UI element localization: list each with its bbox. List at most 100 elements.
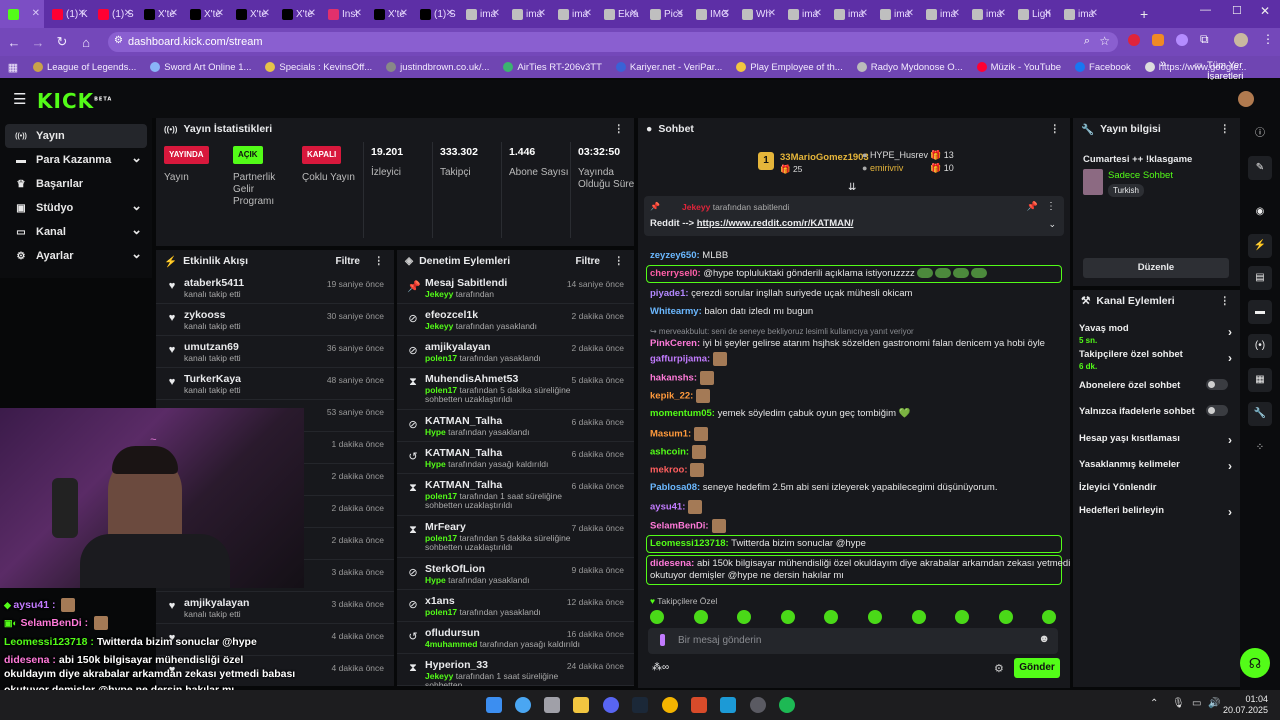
close-window-button[interactable]: ✕ [1260,4,1270,18]
close-tab-icon[interactable]: ✕ [1044,8,1052,19]
channel-action[interactable]: Hedefleri belirleyin › [1079,505,1234,519]
emote-icon[interactable] [911,610,926,624]
chat-username[interactable]: aysu41: [650,502,685,513]
moderation-row[interactable]: ↺ KATMAN_Talha Hype tarafından yasağı kald… [397,442,634,474]
maximize-button[interactable]: ☐ [1232,4,1242,17]
copilot-icon[interactable] [515,697,531,713]
browser-tab[interactable]: X'te ✕ [228,0,274,28]
chat-message[interactable]: Whitearmy: balon datı izledı mı bugun [650,306,813,318]
sidebar-item[interactable]: ⚙ Ayarlar ⌄ [0,244,152,268]
toggle-switch[interactable] [1206,405,1228,416]
chat-username[interactable]: mekroo: [650,465,687,476]
chevron-right-icon[interactable]: › [1228,459,1232,473]
chevron-down-icon[interactable]: ⌄ [1048,219,1056,230]
sidebar-item[interactable]: ▣ Stüdyo ⌄ [0,196,152,220]
browser-tab[interactable]: ima ✕ [964,0,1010,28]
chat-message[interactable]: ashcoin: [650,445,707,459]
emoji-icon[interactable]: ☻ [1038,633,1050,645]
chat-settings-icon[interactable]: ⚙ [994,662,1004,675]
chat-input[interactable]: Bir mesaj gönderin ☻ [648,628,1058,654]
store-icon[interactable] [544,697,560,713]
top-gifter-name[interactable]: 33MarioGomez1903 [780,152,869,163]
sidebar-item[interactable]: ▭ Kanal ⌄ [0,220,152,244]
chat-username[interactable]: hakanshs: [650,373,697,384]
browser-tab[interactable]: X'te ✕ [182,0,228,28]
browser-tab[interactable]: ima ✕ [1056,0,1102,28]
emote-icon[interactable] [998,610,1013,624]
bookmark-item[interactable]: AirTies RT-206v3TT [496,62,608,73]
new-tab-button[interactable]: + [1140,6,1148,22]
bookmark-item[interactable]: Sword Art Online 1... [143,62,258,73]
activity-row[interactable]: ♥ umutzan69 kanalı takip etti 36 saniye önc… [156,336,394,368]
kick-logo[interactable]: KICKBETA [37,89,112,113]
network-icon[interactable]: ▭ [1192,698,1201,709]
moderation-row[interactable]: ⧗ MuhendisAhmet53 polen17 tarafından 5 dak… [397,368,634,410]
apps-grid-icon[interactable]: ▦ [0,61,26,74]
mic-icon[interactable] [660,634,665,646]
browser-tab[interactable]: ima ✕ [504,0,550,28]
site-info-icon[interactable]: ⚙ [114,35,123,46]
chevron-right-icon[interactable]: › [1228,325,1232,339]
chat-menu-icon[interactable]: ⋮ [1050,123,1061,135]
close-tab-icon[interactable]: ✕ [308,8,316,19]
chat-username[interactable]: kepik_22: [650,391,693,402]
toggle-switch[interactable] [1206,379,1228,390]
chat-username[interactable]: Pablosa08: [650,482,700,493]
sidebar-item[interactable]: ((•)) Yayın [5,124,147,148]
close-tab-icon[interactable]: ✕ [768,8,776,19]
activity-user[interactable]: zykooss [184,309,225,321]
browser-tab[interactable]: (1) K ✕ [44,0,90,28]
close-tab-icon[interactable]: ✕ [538,8,546,19]
moderation-row[interactable]: 📌 Mesaj Sabitlendi Jekeyy tarafından 14 san… [397,272,634,304]
close-tab-icon[interactable]: ✕ [216,8,224,19]
moderation-row[interactable]: ⊘ efeozcel1k Jekeyy tarafından yasaklandı 2… [397,304,634,336]
close-tab-icon[interactable]: ✕ [78,8,86,19]
start-icon[interactable] [486,697,502,713]
stats-menu-icon[interactable]: ⋮ [614,123,625,135]
moderation-target[interactable]: ofludursun [425,627,480,639]
document-icon[interactable]: ▤ [1248,266,1272,290]
home-icon[interactable]: ⌂ [74,35,98,50]
browser-tab[interactable]: ima ✕ [872,0,918,28]
close-tab-icon[interactable]: ✕ [32,8,40,19]
chevron-down-icon[interactable]: ⌄ [131,222,142,238]
emote-icon[interactable] [693,610,708,624]
chat-message[interactable]: gaffurpijama: [650,352,728,366]
browser-tab[interactable]: Inst ✕ [320,0,366,28]
chevron-down-icon[interactable]: ⌄ [131,198,142,214]
close-tab-icon[interactable]: ✕ [952,8,960,19]
browser-tab[interactable]: (1) S ✕ [412,0,458,28]
close-tab-icon[interactable]: ✕ [998,8,1006,19]
user-avatar[interactable] [1238,91,1254,107]
chat-icon[interactable]: ▬ [1248,300,1272,324]
chat-message[interactable]: Leomessi123718: Twitterda bizim sonuclar… [650,538,866,550]
moderation-filter-button[interactable]: Filtre [576,256,600,267]
activity-filter-button[interactable]: Filtre [336,256,360,267]
close-tab-icon[interactable]: ✕ [170,8,178,19]
chat-username[interactable]: cherrysel0: [650,268,701,279]
sidebar-item[interactable]: ▬ Para Kazanma ⌄ [0,148,152,172]
chevron-right-icon[interactable]: › [1228,505,1232,519]
browser-tab[interactable]: Wh ✕ [734,0,780,28]
moderator-name[interactable]: polen17 [425,607,457,617]
chat-username[interactable]: momentum05: [650,408,715,419]
channel-action[interactable]: Yasaklanmış kelimeler › [1079,459,1234,473]
chat-username[interactable]: SelamBenDi: [650,521,709,532]
sidebar-item[interactable]: ♛ Başarılar [0,172,152,196]
chat-message[interactable]: ↪ merveakbulut: seni de seneye bekliyoru… [650,326,914,338]
chat-message[interactable]: PinkCeren: iyi bi şeyler gelirse atarım … [650,338,1045,350]
chevron-down-icon[interactable]: ⌄ [131,246,142,262]
browser-tab[interactable]: ✕ [0,0,44,28]
browser-tab[interactable]: (1) S ✕ [90,0,136,28]
browser-tab[interactable]: ima ✕ [550,0,596,28]
bookmarks-overflow-icon[interactable]: » [1160,58,1166,70]
chat-message[interactable]: momentum05: yemek söyledim çabuk oyun ge… [650,408,911,420]
moderation-target[interactable]: Hyperion_33 [425,659,488,671]
chat-username[interactable]: zeyzey650: [650,250,700,261]
moderation-target[interactable]: x1ans [425,595,455,607]
emote-icon[interactable] [824,610,839,624]
chevron-down-icon[interactable]: ⌄ [131,150,142,166]
chat-scroll-down-icon[interactable]: ⇊ [848,182,856,193]
browser-tab[interactable]: ima ✕ [458,0,504,28]
browser-tab[interactable]: X'te ✕ [366,0,412,28]
